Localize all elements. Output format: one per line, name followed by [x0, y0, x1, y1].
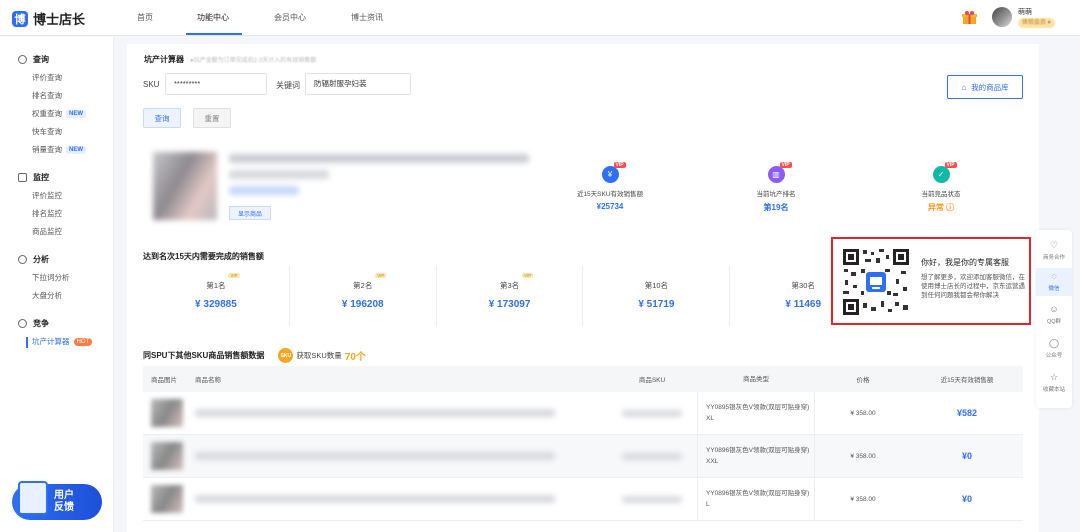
rank-card: 第1名 VIP ¥ 329885	[143, 266, 290, 326]
sidebar-item-pit-calculator[interactable]: 坑产计算器 HOT	[32, 336, 93, 347]
logo-text: 博士店长	[33, 12, 86, 27]
keyword-input[interactable]: 防辐射服孕妇装	[305, 73, 411, 95]
query-button[interactable]: 查询	[143, 108, 181, 128]
float-business[interactable]: ♡ 商务合作	[1036, 238, 1072, 266]
avatar[interactable]	[992, 7, 1012, 27]
sidebar-item-rank-query[interactable]: 排名查询	[32, 90, 62, 101]
new-badge: NEW	[66, 145, 86, 154]
qr-code-icon	[841, 247, 911, 317]
keyword-label: 关键词	[276, 81, 300, 90]
rank-card: 第3名 VIP ¥ 173097	[437, 266, 584, 326]
sidebar-group-compete: 竞争	[18, 318, 49, 329]
sidebar-item-express-query[interactable]: 快车查询	[32, 126, 62, 137]
target-title: 达到名次15天内需要完成的销售额	[143, 252, 264, 261]
active-indicator	[26, 337, 28, 348]
product-link-blurred	[229, 186, 299, 195]
sidebar-item-product-monitor[interactable]: 商品监控	[32, 226, 62, 237]
table-row[interactable]: YY0896银灰色V领款(双层可贴身穿) XXL ¥ 358.00 ¥0	[143, 435, 1023, 478]
logo[interactable]: 博 博士店长	[12, 9, 85, 28]
sidebar: 查询 评价查询 排名查询 权重查询 NEW 快车查询 销量查询 NEW 监控 评价监…	[0, 37, 114, 532]
sku-count: 70个	[344, 352, 366, 363]
product-thumbnail	[151, 485, 183, 513]
table-header: 商品图片 商品名称 商品SKU 商品类型 价格 近15天有效销售额	[143, 366, 1023, 392]
reset-button[interactable]: 重置	[193, 108, 231, 128]
sku-input[interactable]: *********	[165, 73, 267, 95]
product-name-blurred	[195, 409, 555, 417]
page-title: 坑产计算器	[144, 55, 184, 64]
wechat-icon: ◌	[1051, 271, 1057, 281]
sidebar-item-review-query[interactable]: 评价查询	[32, 72, 62, 83]
compete-icon	[18, 319, 27, 328]
yen-icon: ¥ VIP	[601, 162, 626, 183]
customer-service-popup: 你好，我是你的专属客服 想了解更多，欢迎添加客服微信，在使用博士店长的过程中，京…	[831, 237, 1031, 325]
title-note: ●坑产金额为订单完成后2-3天计入的有效销售额	[190, 58, 317, 64]
chat-icon: ◯	[1048, 338, 1060, 348]
float-official-account[interactable]: ◯ 公众号	[1036, 336, 1072, 364]
status-icon: ✓ VIP	[932, 162, 957, 183]
search-icon	[18, 55, 27, 64]
sidebar-group-query: 查询	[18, 54, 49, 65]
star-icon: ☆	[1049, 372, 1059, 382]
sku-blurred	[622, 495, 682, 503]
user-name: 萌萌	[1018, 9, 1032, 16]
popup-description: 想了解更多，欢迎添加客服微信，在使用博士店长的过程中，京东运营遇到任何问题我都会…	[921, 274, 1025, 299]
show-product-button[interactable]: 显示商品	[229, 206, 271, 220]
tab-features[interactable]: 功能中心	[197, 12, 229, 23]
my-products-button[interactable]: ⌂ 我的商品库	[947, 75, 1023, 99]
sidebar-item-sales-query[interactable]: 销量查询 NEW	[32, 144, 86, 155]
sku-table: 商品图片 商品名称 商品SKU 商品类型 价格 近15天有效销售额 YY0895…	[143, 366, 1023, 521]
spu-header: 同SPU下其他SKU商品销售额数据 SKU 获取SKU数量 70个	[143, 348, 366, 363]
sidebar-group-label: 查询	[33, 55, 49, 64]
feedback-icon	[18, 481, 48, 515]
product-image	[153, 152, 217, 220]
sidebar-item-dropdown-word[interactable]: 下拉词分析	[32, 272, 70, 283]
logo-icon: 博	[12, 10, 28, 27]
product-sub-blurred	[229, 170, 329, 179]
sidebar-item-market[interactable]: 大盘分析	[32, 290, 62, 301]
sidebar-item-rank-monitor[interactable]: 排名监控	[32, 208, 62, 219]
sku-blurred	[622, 409, 682, 417]
sidebar-group-monitor: 监控	[18, 172, 49, 183]
tab-news[interactable]: 博士资讯	[351, 12, 383, 23]
monitor-icon	[18, 173, 27, 182]
product-title-blurred	[229, 154, 529, 163]
active-tab-indicator	[186, 33, 242, 35]
member-badge[interactable]: 体验会员 ▾	[1018, 18, 1055, 28]
stat-sales: ¥ VIP 近15天SKU有效销售额 ¥25734	[576, 162, 644, 211]
rank-card: 第2名 VIP ¥ 196208	[290, 266, 437, 326]
tab-home[interactable]: 首页	[137, 12, 153, 23]
popup-title: 你好，我是你的专属客服	[921, 258, 1009, 267]
hot-badge: HOT	[73, 337, 93, 346]
analysis-icon	[18, 255, 27, 264]
tab-membership[interactable]: 会员中心	[274, 12, 306, 23]
product-name-blurred	[195, 495, 555, 503]
table-row[interactable]: YY0895银灰色V领款(双层可贴身穿) XL ¥ 358.00 ¥582	[143, 392, 1023, 435]
stat-rank: ▥ VIP 当前坑产排名 第19名	[756, 162, 796, 212]
table-row[interactable]: YY0896银灰色V领款(双层可贴身穿) L ¥ 358.00 ¥0	[143, 478, 1023, 521]
top-nav: 博 博士店长 首页 功能中心 会员中心 博士资讯 萌萌 体验会员 ▾	[0, 0, 1080, 36]
float-qq[interactable]: ☺ QQ群	[1036, 302, 1072, 330]
qq-icon: ☺	[1049, 304, 1059, 314]
store-icon: ⌂	[961, 82, 967, 92]
handshake-icon: ♡	[1049, 240, 1059, 250]
product-name-blurred	[195, 452, 555, 460]
sku-label: SKU	[143, 80, 160, 89]
sku-badge-icon: SKU	[278, 348, 294, 363]
product-thumbnail	[151, 399, 183, 427]
sidebar-item-review-monitor[interactable]: 评价监控	[32, 190, 62, 201]
stat-status: ✓ VIP 当前竞品状态 异常 ⓘ	[921, 162, 961, 212]
rank-card: 第10名 ¥ 51719	[583, 266, 731, 326]
rank-icon: ▥ VIP	[767, 162, 792, 183]
float-wechat[interactable]: ◌ 微信	[1036, 268, 1072, 296]
sidebar-item-weight-query[interactable]: 权重查询 NEW	[32, 108, 86, 119]
float-bookmark[interactable]: ☆ 收藏本站	[1036, 370, 1072, 398]
product-thumbnail	[151, 442, 183, 470]
new-badge: NEW	[66, 109, 86, 118]
float-toolbar: ♡ 商务合作 ◌ 微信 ☺ QQ群 ◯ 公众号 ☆ 收藏本站	[1036, 230, 1072, 408]
feedback-button[interactable]: 用户 反馈	[12, 481, 102, 520]
sidebar-group-analysis: 分析	[18, 254, 49, 265]
gift-icon[interactable]	[962, 11, 977, 25]
sku-blurred	[622, 452, 682, 460]
